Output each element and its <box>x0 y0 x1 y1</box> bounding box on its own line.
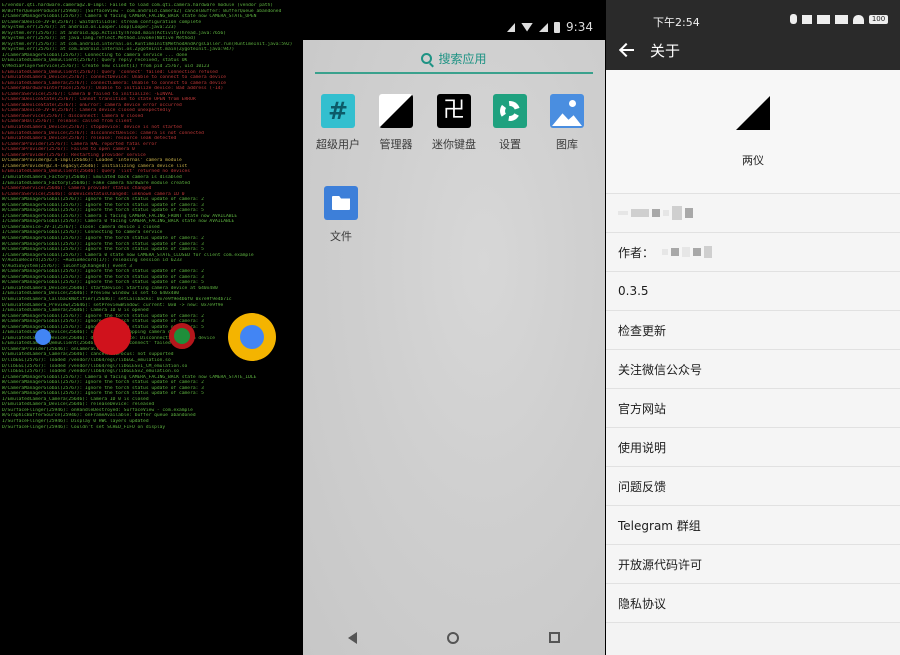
official-site-item[interactable]: 官方网站 <box>606 389 900 428</box>
redacted-row <box>606 194 900 233</box>
search-label: 搜索应用 <box>438 51 487 66</box>
usage-guide-item[interactable]: 使用说明 <box>606 428 900 467</box>
wifi-icon <box>521 22 534 32</box>
app-label: 文件 <box>330 230 352 243</box>
app-files[interactable]: 文件 <box>311 186 371 244</box>
signal-triangle-icon <box>507 22 516 32</box>
app-label: 迷你键盘 <box>432 138 476 151</box>
app-info-header: 两仪 <box>606 70 900 194</box>
page-title: 关于 <box>650 41 681 60</box>
bluetooth-icon <box>790 14 797 24</box>
home-circle-icon[interactable] <box>447 631 459 644</box>
yellow-dot-indicator <box>228 313 276 361</box>
log-line: I/CameraManagerGlobal(25767): Camera 0 f… <box>2 14 257 20</box>
settings-gear-icon <box>493 94 527 128</box>
app-logo-icon <box>736 96 770 130</box>
app-name: 两仪 <box>742 154 764 167</box>
cell-signal-icon <box>539 22 549 32</box>
status-bar: 9:34 <box>303 0 605 40</box>
status-time: 9:34 <box>566 20 593 34</box>
folder-icon <box>324 186 358 220</box>
red-dot-indicator <box>93 317 131 355</box>
app-mini-keyboard[interactable]: 卍 迷你键盘 <box>424 94 484 152</box>
check-update-item[interactable]: 检查更新 <box>606 311 900 350</box>
open-source-license-item[interactable]: 开放源代码许可 <box>606 545 900 584</box>
app-superuser[interactable]: # 超级用户 <box>308 94 368 152</box>
signal-hd-2-icon <box>835 14 848 24</box>
gallery-icon <box>550 94 584 128</box>
app-label: 超级用户 <box>316 138 360 151</box>
app-gallery[interactable]: 图库 <box>537 94 597 152</box>
navigation-bar <box>303 620 605 655</box>
half-triangle-icon <box>379 94 413 128</box>
app-label: 管理器 <box>379 138 413 151</box>
app-search-bar[interactable]: 搜索应用 <box>315 44 593 74</box>
wifi-icon <box>853 14 864 24</box>
signal-hd-icon <box>817 14 830 24</box>
log-line: E/vendor.qti.hardware.camera@2.0-impl: F… <box>2 3 274 8</box>
hash-grid-icon: # <box>321 94 355 128</box>
back-triangle-icon[interactable] <box>348 631 357 644</box>
recents-square-icon[interactable] <box>549 632 560 643</box>
green-dot-indicator <box>169 323 195 349</box>
battery-level: 100 <box>869 14 888 24</box>
author-row: 作者： <box>606 233 900 272</box>
keyboard-icon: 卍 <box>437 94 471 128</box>
app-label: 设置 <box>499 138 521 151</box>
app-settings[interactable]: 设置 <box>480 94 540 152</box>
app-manager[interactable]: 管理器 <box>366 94 426 152</box>
app-bar: 关于 <box>606 30 900 70</box>
log-output: E/vendor.qti.hardware.camera@2.0-impl: F… <box>2 3 300 430</box>
about-list: 两仪 作者： 0.3.5 检查更新 关注微信公众号 官方网站 使用说明 问题反馈… <box>606 70 900 623</box>
blue-dot-indicator <box>35 329 51 345</box>
author-label: 作者： <box>618 245 655 260</box>
vibrate-icon <box>802 14 812 24</box>
version-row: 0.3.5 <box>606 272 900 311</box>
status-icons: 100 <box>790 14 888 24</box>
feedback-item[interactable]: 问题反馈 <box>606 467 900 506</box>
back-arrow-icon[interactable] <box>620 43 634 57</box>
follow-wechat-item[interactable]: 关注微信公众号 <box>606 350 900 389</box>
logcat-terminal-panel: E/vendor.qti.hardware.camera@2.0-impl: F… <box>0 0 302 655</box>
version-text: 0.3.5 <box>618 284 649 298</box>
log-line: D/SurfaceFlinger(25946): Couldn't set SC… <box>2 424 166 430</box>
status-time: 下午2:54 <box>653 16 700 29</box>
search-icon <box>421 52 433 64</box>
privacy-policy-item[interactable]: 隐私协议 <box>606 584 900 623</box>
battery-icon <box>554 21 561 33</box>
about-page-panel: 下午2:54 100 关于 两仪 作者： 0.3.5 检查更新 关注微信公众号 … <box>606 0 900 655</box>
app-drawer-panel: 9:34 搜索应用 # 超级用户 管理器 卍 迷你键盘 设置 图库 文件 <box>303 0 605 655</box>
app-label: 图库 <box>556 138 578 151</box>
telegram-group-item[interactable]: Telegram 群组 <box>606 506 900 545</box>
